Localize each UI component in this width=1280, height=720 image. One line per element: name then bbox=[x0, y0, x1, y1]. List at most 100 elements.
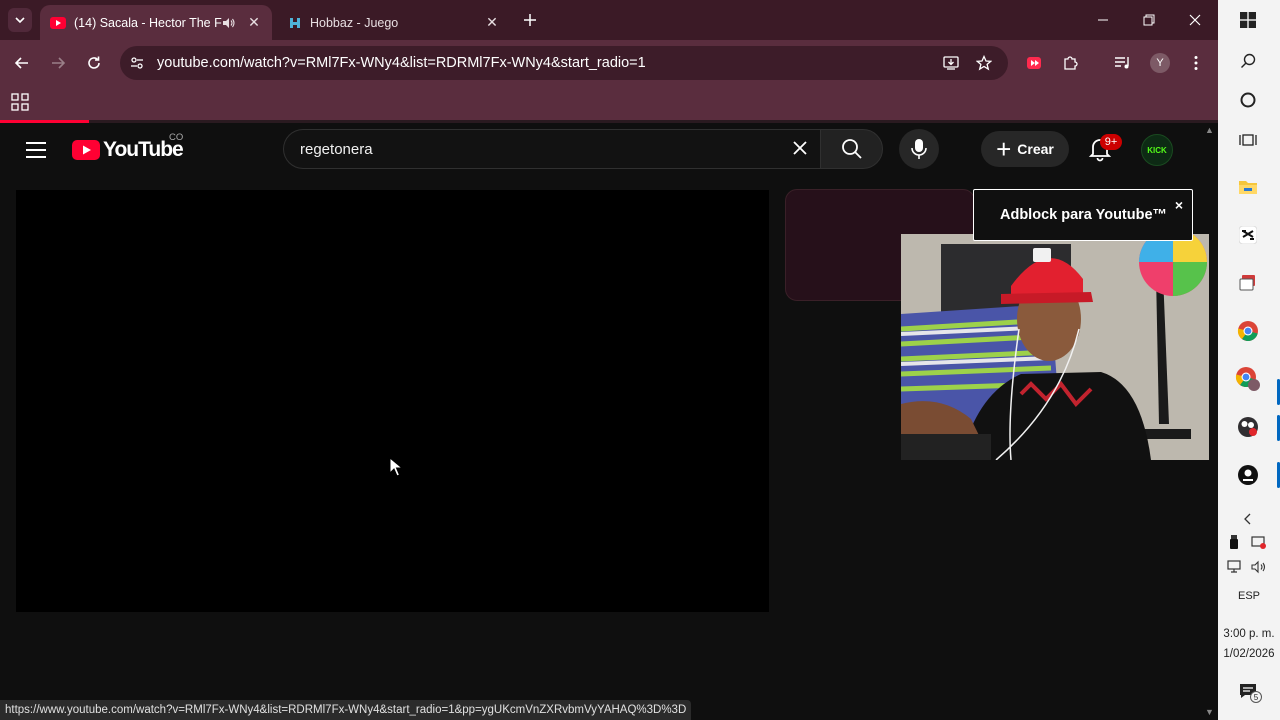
clock-time[interactable]: 3:00 p. m. bbox=[1218, 628, 1280, 640]
apps-grid-icon[interactable] bbox=[11, 93, 29, 111]
capcut-icon bbox=[1239, 226, 1257, 244]
playlist-music-icon bbox=[1115, 57, 1129, 69]
network-icon[interactable] bbox=[1227, 560, 1243, 574]
clear-search-icon[interactable] bbox=[780, 136, 820, 162]
youtube-play-logo-icon bbox=[72, 140, 100, 160]
minimize-button[interactable] bbox=[1091, 8, 1115, 32]
webcam-image bbox=[901, 234, 1209, 460]
tab-search-button[interactable] bbox=[8, 8, 32, 32]
avatar: Y bbox=[1150, 53, 1170, 73]
file-explorer-button[interactable] bbox=[1233, 172, 1263, 202]
youtube-page: YouTube CO regetonera + Crear 9+ KICK Ad… bbox=[0, 123, 1218, 720]
webcam-app-icon bbox=[1238, 465, 1258, 485]
obs-icon bbox=[1238, 417, 1258, 437]
minimize-icon bbox=[1098, 19, 1108, 21]
clock-date[interactable]: 1/02/2026 bbox=[1218, 648, 1280, 660]
search-icon bbox=[841, 139, 862, 159]
language-indicator[interactable]: ESP bbox=[1218, 590, 1280, 602]
show-hidden-icons-button[interactable] bbox=[1233, 504, 1263, 534]
bookmarks-bar bbox=[0, 86, 1218, 120]
speaker-icon[interactable] bbox=[222, 17, 236, 29]
star-icon[interactable] bbox=[976, 55, 992, 71]
app-window-button[interactable] bbox=[1233, 268, 1263, 298]
back-button[interactable] bbox=[10, 51, 34, 75]
forward-button[interactable] bbox=[46, 51, 70, 75]
restore-button[interactable] bbox=[1137, 8, 1161, 32]
close-window-button[interactable] bbox=[1183, 8, 1207, 32]
windows-taskbar: ESP 3:00 p. m. 1/02/2026 5 bbox=[1218, 0, 1280, 720]
profile-button[interactable]: Y bbox=[1148, 51, 1172, 75]
obs-button[interactable] bbox=[1233, 412, 1263, 442]
tab-title: Hobbaz - Juego bbox=[310, 15, 399, 30]
link-status-bar: https://www.youtube.com/watch?v=RMl7Fx-W… bbox=[0, 700, 692, 720]
hamburger-menu-icon[interactable] bbox=[24, 140, 48, 160]
close-tab-icon[interactable]: ✕ bbox=[246, 14, 262, 31]
puzzle-icon bbox=[1064, 56, 1078, 70]
adblock-popup-title: Adblock para Youtube™ bbox=[1000, 207, 1168, 223]
tab-hobbaz[interactable]: Hobbaz - Juego ✕ bbox=[278, 5, 510, 40]
arrow-left-icon bbox=[14, 57, 28, 69]
start-button[interactable] bbox=[1233, 5, 1263, 35]
chrome-button[interactable] bbox=[1233, 316, 1263, 346]
plus-icon bbox=[524, 14, 536, 26]
usb-device-icon[interactable] bbox=[1229, 535, 1239, 549]
url-text: youtube.com/watch?v=RMl7Fx-WNy4&list=RDR… bbox=[157, 55, 646, 71]
arrow-right-icon bbox=[52, 57, 66, 69]
chevron-down-icon bbox=[15, 17, 25, 24]
address-bar[interactable]: youtube.com/watch?v=RMl7Fx-WNy4&list=RDR… bbox=[120, 46, 1008, 80]
voice-search-button[interactable] bbox=[899, 129, 939, 169]
search-query: regetonera bbox=[300, 140, 373, 158]
capcut-button[interactable] bbox=[1233, 220, 1263, 250]
circle-icon bbox=[1240, 92, 1256, 108]
extensions-button[interactable] bbox=[1059, 51, 1083, 75]
task-view-button[interactable] bbox=[1233, 125, 1263, 155]
restore-icon bbox=[1143, 14, 1155, 26]
site-settings-icon[interactable] bbox=[129, 55, 145, 71]
install-app-icon[interactable] bbox=[943, 55, 959, 71]
webcam-overlay bbox=[901, 234, 1209, 460]
reload-icon bbox=[88, 56, 100, 69]
reload-button[interactable] bbox=[82, 51, 106, 75]
account-avatar[interactable]: KICK bbox=[1141, 134, 1173, 166]
mouse-cursor-icon bbox=[389, 457, 403, 477]
youtube-logo[interactable]: YouTube CO bbox=[72, 132, 184, 163]
search-button[interactable] bbox=[820, 129, 883, 169]
new-tab-button[interactable] bbox=[520, 10, 540, 30]
screen: (14) Sacala - Hector The Fat ✕ Hobbaz - … bbox=[0, 0, 1280, 720]
chevron-left-icon bbox=[1244, 513, 1251, 525]
windows-logo-icon bbox=[1240, 12, 1256, 28]
adblock-popup: Adblock para Youtube™ × bbox=[973, 189, 1193, 241]
status-url: https://www.youtube.com/watch?v=RMl7Fx-W… bbox=[5, 704, 687, 716]
menu-button[interactable] bbox=[1184, 51, 1208, 75]
notification-count: 5 bbox=[1250, 691, 1262, 703]
streaming-app-button[interactable] bbox=[1233, 460, 1263, 490]
display-record-icon[interactable] bbox=[1251, 536, 1267, 550]
video-player[interactable] bbox=[16, 190, 769, 612]
close-icon bbox=[1189, 14, 1201, 26]
close-popup-icon[interactable]: × bbox=[1175, 197, 1183, 213]
notification-badge: 9+ bbox=[1100, 134, 1122, 150]
microphone-icon bbox=[911, 139, 927, 159]
video-extension-icon bbox=[1027, 57, 1041, 69]
media-controls-button[interactable] bbox=[1111, 51, 1135, 75]
chrome-profile-button[interactable] bbox=[1233, 364, 1263, 394]
volume-icon[interactable] bbox=[1251, 560, 1267, 574]
youtube-favicon-icon bbox=[50, 16, 66, 29]
country-code: CO bbox=[169, 132, 184, 143]
taskbar-search[interactable] bbox=[1233, 46, 1263, 76]
tab-title: (14) Sacala - Hector The Fat bbox=[74, 15, 222, 30]
search-icon bbox=[1241, 53, 1256, 68]
chrome-profile-icon bbox=[1235, 367, 1260, 391]
scroll-down-arrow-icon[interactable]: ▼ bbox=[1205, 707, 1214, 717]
notifications-button[interactable]: 5 bbox=[1239, 683, 1262, 703]
scroll-up-arrow-icon[interactable]: ▲ bbox=[1205, 125, 1214, 135]
cortana-button[interactable] bbox=[1233, 85, 1263, 115]
stacked-windows-icon bbox=[1239, 275, 1255, 291]
tab-youtube[interactable]: (14) Sacala - Hector The Fat ✕ bbox=[40, 5, 272, 40]
create-button[interactable]: + Crear bbox=[981, 131, 1069, 167]
extension-button[interactable] bbox=[1022, 51, 1046, 75]
kebab-menu-icon bbox=[1194, 56, 1198, 70]
chrome-icon bbox=[1237, 321, 1258, 342]
search-input[interactable]: regetonera bbox=[283, 129, 820, 169]
close-tab-icon[interactable]: ✕ bbox=[484, 14, 500, 31]
